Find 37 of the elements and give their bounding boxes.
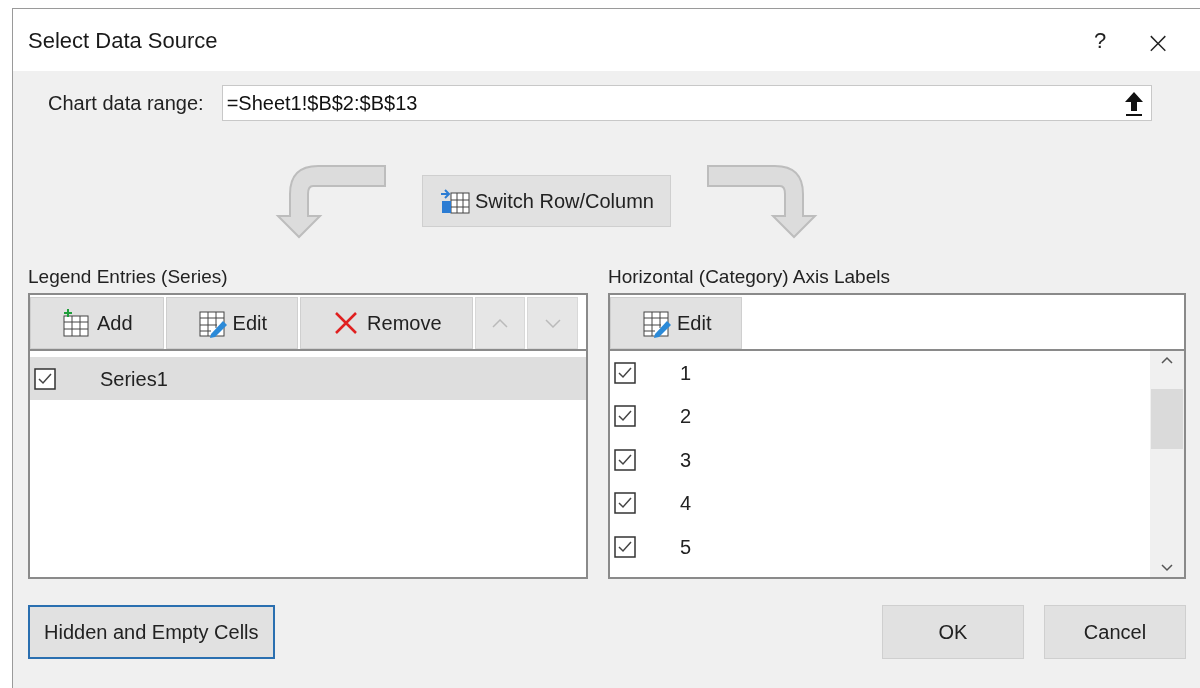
scroll-down-icon[interactable]: [1160, 563, 1174, 573]
panel-title: Horizontal (Category) Axis Labels: [608, 265, 891, 289]
list-item[interactable]: 4: [610, 481, 1150, 525]
cancel-button[interactable]: Cancel: [1044, 605, 1186, 659]
edit-button[interactable]: Edit: [610, 297, 743, 349]
switch-table-icon: [439, 187, 471, 215]
ok-button[interactable]: OK: [882, 605, 1024, 659]
hidden-cells-button[interactable]: Hidden and Empty Cells: [28, 605, 275, 659]
edit-table-icon: [641, 308, 671, 338]
list-item[interactable]: 2: [610, 394, 1150, 438]
edit-table-icon: [196, 308, 227, 338]
list-item[interactable]: 1: [610, 351, 1150, 395]
add-button[interactable]: Add: [30, 297, 164, 349]
field-label: Chart data range:: [48, 91, 204, 116]
panel-title: Legend Entries (Series): [28, 265, 229, 289]
close-button[interactable]: ×: [1128, 20, 1188, 60]
remove-button[interactable]: Remove: [300, 297, 473, 349]
checkbox[interactable]: [614, 448, 636, 471]
window-title: Select Data Source: [28, 26, 219, 55]
list-item[interactable]: 5: [610, 525, 1150, 569]
checkbox[interactable]: [614, 405, 636, 428]
checkbox[interactable]: [614, 361, 636, 384]
list-item[interactable]: 3: [610, 438, 1150, 482]
list-item[interactable]: Series1: [30, 357, 586, 400]
data-range-field[interactable]: =Sheet1!$B$2:$B$13: [221, 85, 1152, 121]
scroll-thumb[interactable]: [1151, 389, 1183, 449]
chevron-down-icon: [544, 318, 561, 328]
checkbox[interactable]: [614, 492, 636, 515]
add-table-icon: [61, 308, 91, 338]
checkbox[interactable]: [34, 367, 56, 390]
switch-row-column-button[interactable]: Switch Row/Column: [422, 175, 671, 227]
edit-button[interactable]: Edit: [165, 297, 299, 349]
scrollbar[interactable]: [1150, 351, 1184, 577]
checkbox[interactable]: [614, 535, 636, 558]
scroll-up-icon[interactable]: [1160, 355, 1174, 365]
chevron-up-icon: [491, 318, 508, 328]
help-button[interactable]: ?: [1072, 20, 1128, 60]
